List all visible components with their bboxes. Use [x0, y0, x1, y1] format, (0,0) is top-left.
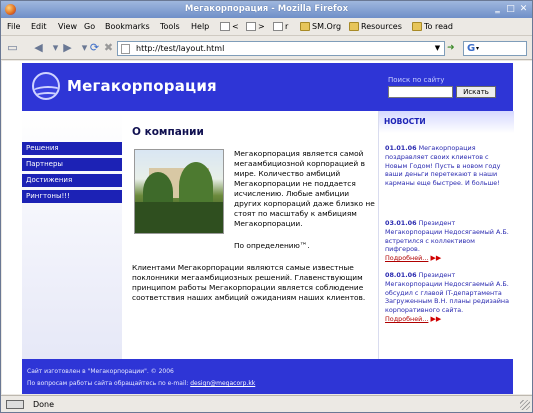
url-dropdown-icon[interactable]: ▼	[432, 43, 443, 54]
folder-icon	[349, 22, 359, 31]
reload-icon[interactable]: ⟳	[87, 41, 102, 56]
arrow-right-icon: ▶▶	[430, 254, 442, 263]
maximize-icon[interactable]: □	[505, 4, 516, 15]
bookmark-to-read[interactable]: To read	[412, 21, 453, 33]
url-bar[interactable]: http://test/layout.html ▼	[117, 41, 445, 56]
footer-contact-text: По вопросам работы сайта обращайтесь по …	[27, 380, 189, 387]
news-date: 03.01.06	[385, 219, 417, 227]
back-icon[interactable]: ◀	[31, 41, 46, 56]
footer-copyright: Сайт изготовлен в "Мегакорпорации". © 20…	[27, 368, 174, 375]
site-footer: Сайт изготовлен в "Мегакорпорации". © 20…	[22, 359, 513, 394]
sidebar-item-ringtones[interactable]: Рингтоны!!!	[22, 190, 122, 203]
left-sidebar: Решения Партнеры Достижения Рингтоны!!!	[22, 111, 122, 359]
menu-tools[interactable]: Tools	[160, 22, 180, 31]
bookmark-smorg[interactable]: SM.Org	[300, 21, 341, 33]
news-item: 01.01.06 Мегакорпорация поздравляет свои…	[385, 144, 510, 188]
status-bar: Done	[1, 395, 532, 412]
news-date: 01.01.06	[385, 144, 417, 152]
menu-go[interactable]: Go	[84, 22, 95, 31]
news-item: 03.01.06 Президент Мегакорпорации Недося…	[385, 219, 510, 263]
close-icon[interactable]: ✕	[518, 4, 529, 15]
menu-edit[interactable]: Edit	[31, 22, 47, 31]
sidebar-toggle-icon[interactable]: ▭	[5, 41, 20, 56]
navigation-toolbar: ▭ ◀ ▾ ▶ ▾ ⟳ ✖ http://test/layout.html ▼ …	[1, 37, 532, 60]
news-more-link[interactable]: Подробней...	[385, 254, 428, 262]
bookmark-back[interactable]: <	[220, 21, 239, 33]
forward-icon[interactable]: ▶	[60, 41, 75, 56]
page-title: О компании	[132, 126, 204, 138]
folder-icon	[300, 22, 310, 31]
page-viewport: Мегакорпорация Поиск по сайту Искать Реш…	[2, 61, 532, 394]
folder-icon	[412, 22, 422, 31]
menu-bookmarks[interactable]: Bookmarks	[105, 22, 150, 31]
sidebar-item-achievements[interactable]: Достижения	[22, 174, 122, 187]
page-icon	[246, 22, 256, 31]
browser-window: Мегакорпорация - Mozilla Firefox ‗ □ ✕ F…	[0, 0, 533, 413]
page-icon	[121, 44, 130, 54]
minimize-icon[interactable]: ‗	[492, 4, 503, 15]
menu-help[interactable]: Help	[191, 22, 209, 31]
menu-file[interactable]: File	[7, 22, 20, 31]
page-icon	[220, 22, 230, 31]
site-search-button[interactable]: Искать	[456, 86, 496, 98]
footer-email-link[interactable]: design@megacorp.kk	[190, 380, 255, 387]
title-bar[interactable]: Мегакорпорация - Mozilla Firefox ‗ □ ✕	[1, 1, 532, 18]
sidebar-item-partners[interactable]: Партнеры	[22, 158, 122, 171]
arrow-right-icon: ▶▶	[430, 314, 442, 323]
stop-icon[interactable]: ✖	[101, 41, 116, 56]
bookmark-r[interactable]: r	[273, 21, 288, 33]
bookmark-resources[interactable]: Resources	[349, 21, 402, 33]
site-search-label: Поиск по сайту	[388, 76, 445, 84]
site-brand[interactable]: Мегакорпорация	[67, 77, 217, 95]
main-content: О компании Мегакорпорация является самой…	[122, 111, 378, 359]
news-item: 08.01.06 Президент Мегакорпорации Недося…	[385, 271, 510, 324]
web-page: Мегакорпорация Поиск по сайту Искать Реш…	[22, 63, 514, 394]
url-text: http://test/layout.html	[136, 44, 225, 53]
news-heading: НОВОСТИ	[379, 111, 514, 133]
news-date: 08.01.06	[385, 271, 417, 279]
footer-contact: По вопросам работы сайта обращайтесь по …	[27, 380, 255, 387]
google-icon: G	[467, 43, 476, 54]
site-header: Мегакорпорация Поиск по сайту Искать	[22, 63, 513, 111]
company-photo	[134, 149, 224, 234]
intro-paragraph: Мегакорпорация является самой мегаамбици…	[234, 149, 375, 228]
menu-view[interactable]: View	[58, 22, 77, 31]
menu-bar: File Edit View Go Bookmarks Tools Help <…	[1, 18, 532, 36]
news-sidebar: НОВОСТИ 01.01.06 Мегакорпорация поздравл…	[378, 111, 514, 359]
bookmark-forward[interactable]: >	[246, 21, 265, 33]
status-text: Done	[33, 400, 55, 409]
definition-paragraph: По определению™.	[234, 241, 310, 250]
go-icon[interactable]: ➜	[447, 42, 459, 55]
news-more-link[interactable]: Подробней...	[385, 315, 428, 323]
clients-paragraph: Клиентами Мегакорпорации являются самые …	[132, 263, 366, 302]
page-icon	[273, 22, 283, 31]
sidebar-item-solutions[interactable]: Решения	[22, 142, 122, 155]
resize-grip-icon[interactable]	[520, 400, 530, 410]
status-icon	[6, 400, 24, 409]
search-engine-dropdown-icon[interactable]: ▾	[476, 45, 479, 52]
site-search-input[interactable]	[388, 86, 453, 98]
search-bar[interactable]: G ▾	[463, 41, 527, 56]
window-title: Мегакорпорация - Mozilla Firefox	[184, 4, 349, 14]
logo-icon[interactable]	[32, 72, 60, 100]
